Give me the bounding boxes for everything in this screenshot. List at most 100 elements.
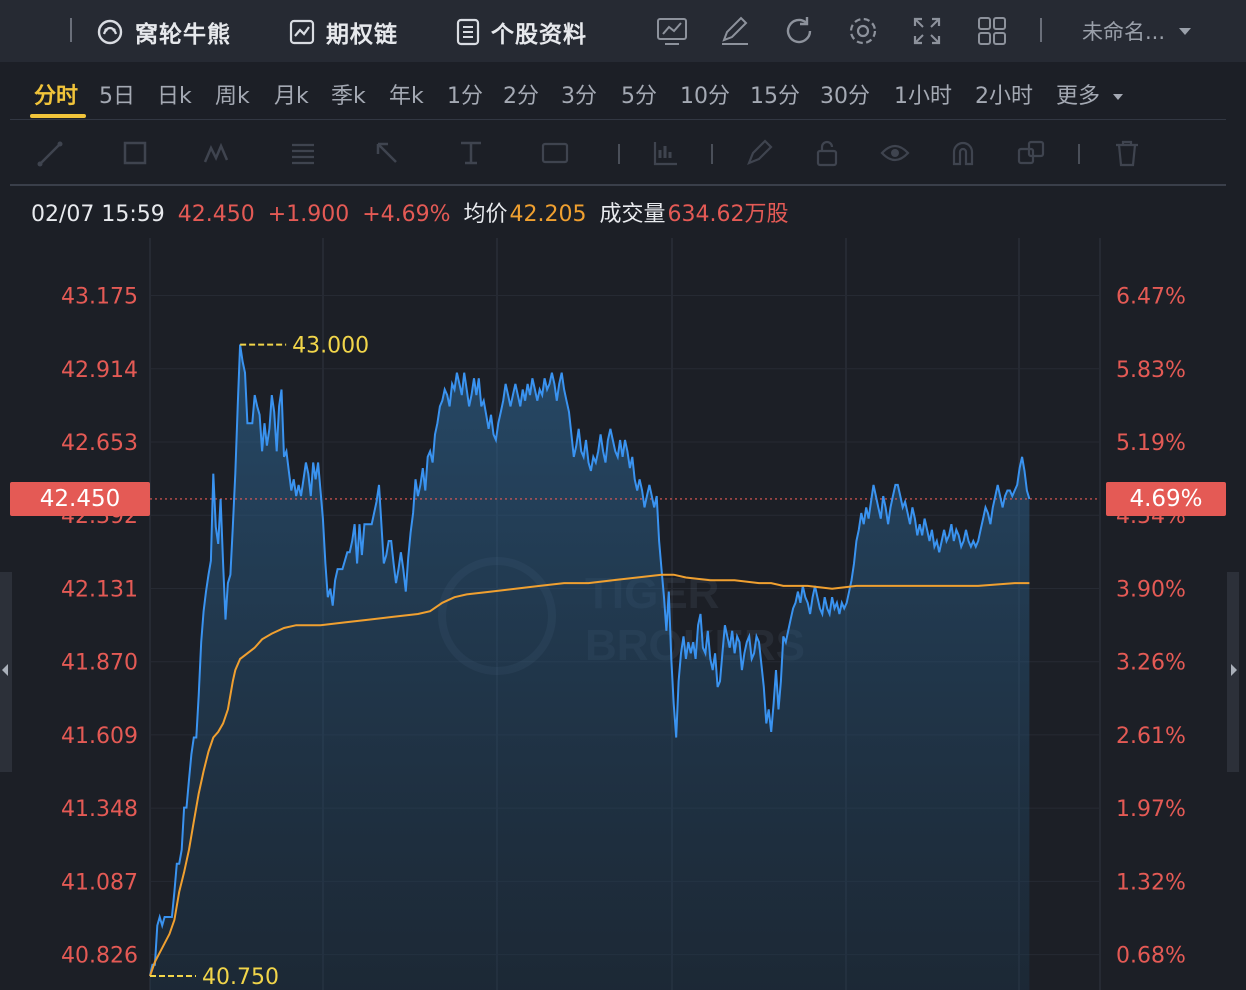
period-tab-2min[interactable]: 2分 [503,78,539,110]
stock-profile-label: 个股资料 [491,22,587,48]
avg-price-value: 42.205 [509,202,587,227]
chevron-left-icon [2,664,8,676]
grid-layout-icon[interactable] [975,14,1009,48]
line-tool-icon[interactable] [36,138,66,168]
period-tab-2hour[interactable]: 2小时 [975,78,1033,110]
period-tab-more[interactable]: 更多 [1056,78,1124,110]
period-tab-intraday[interactable]: 分时 [34,78,78,110]
arrow-tool-icon[interactable] [372,138,402,168]
drawing-toolbar [10,128,1226,176]
refresh-icon[interactable] [782,14,816,48]
caret-down-icon [1179,27,1192,35]
warrants-icon [97,19,123,45]
y-tick-label: 42.914 [61,358,138,383]
period-tab-3min[interactable]: 3分 [561,78,597,110]
active-tab-indicator [30,114,86,118]
volume-value: 634.62万股 [667,202,789,227]
y-pct-tick-label: 1.97% [1116,797,1186,822]
current-pct-tag: 4.69% [1106,481,1226,516]
quote-change: +1.900 [267,202,350,227]
rectangle-tool-icon[interactable] [120,138,150,168]
layout-selector[interactable]: 未命名... [1082,16,1192,46]
trash-icon[interactable] [1112,138,1142,168]
layout-name: 未命名... [1082,20,1166,44]
y-tick-label: 41.348 [61,797,138,822]
fibonacci-tool-icon[interactable] [288,138,318,168]
period-tab-weekly[interactable]: 周k [215,78,250,110]
quote-change-pct: +4.69% [362,202,451,227]
y-pct-tick-label: 3.90% [1116,577,1186,602]
top-toolbar: 窝轮牛熊 期权链 个股资料 未命名... [0,0,1246,62]
stock-profile-button[interactable]: 个股资料 [455,14,587,50]
current-price-tag: 42.450 [10,481,150,516]
period-tab-yearly[interactable]: 年k [389,78,424,110]
y-tick-label: 40.826 [61,944,138,969]
y-tick-label: 41.609 [61,724,138,749]
indicator-tool-icon[interactable] [650,138,680,168]
pattern-tool-icon[interactable] [202,138,232,168]
y-tick-label: 43.175 [61,285,138,310]
y-axis-price: 43.17542.91442.65342.39242.13141.87041.6… [61,285,138,969]
period-tab-5day[interactable]: 5日 [99,78,135,110]
y-tick-label: 41.087 [61,870,138,895]
y-tick-label: 41.870 [61,651,138,676]
text-tool-icon[interactable] [456,138,486,168]
period-tab-30min[interactable]: 30分 [820,78,870,110]
quote-datetime: 02/07 15:59 [31,202,165,227]
y-pct-tick-label: 1.32% [1116,870,1186,895]
y-pct-tick-label: 0.68% [1116,944,1186,969]
avg-price-label: 均价 [463,202,508,227]
document-icon [456,18,480,46]
options-chain-button[interactable]: 期权链 [288,14,398,50]
right-collapse-handle[interactable] [1227,572,1239,772]
caret-down-icon [1113,94,1124,100]
toolbar-divider [70,18,72,42]
y-tick-label: 42.653 [61,431,138,456]
layers-icon[interactable] [1016,138,1046,168]
period-tab-monthly[interactable]: 月k [274,78,309,110]
eye-icon[interactable] [880,138,910,168]
period-tab-10min[interactable]: 10分 [680,78,730,110]
y-pct-tick-label: 5.83% [1116,358,1186,383]
period-tab-quarterly[interactable]: 季k [331,78,366,110]
chart-monitor-icon[interactable] [655,14,689,48]
divider [10,119,1226,120]
options-chain-label: 期权链 [326,22,398,48]
intraday-chart[interactable]: TIGER BROKERS 43.17542.91442.65342.39242… [0,238,1246,990]
toolbar-divider [1078,144,1080,164]
edit-icon[interactable] [718,14,752,48]
chevron-right-icon [1231,664,1237,676]
warrants-button[interactable]: 窝轮牛熊 [95,14,231,50]
price-area-fill [150,344,1030,990]
toolbar-divider [1040,18,1042,42]
divider [10,184,1226,186]
low-price-label: 40.750 [202,965,279,990]
y-tick-label: 42.131 [61,577,138,602]
lock-icon[interactable] [812,138,842,168]
gear-icon[interactable] [846,14,880,48]
more-label: 更多 [1056,84,1101,109]
y-pct-tick-label: 2.61% [1116,724,1186,749]
period-tab-15min[interactable]: 15分 [750,78,800,110]
options-chart-icon [289,19,315,45]
y-pct-tick-label: 3.26% [1116,651,1186,676]
period-tab-1hour[interactable]: 1小时 [894,78,952,110]
toolbar-divider [618,144,620,164]
period-tab-1min[interactable]: 1分 [447,78,483,110]
period-tab-5min[interactable]: 5分 [621,78,657,110]
magnet-icon[interactable] [948,138,978,168]
period-tabs: 分时 5日 日k 周k 月k 季k 年k 1分 2分 3分 5分 10分 15分… [0,70,1246,120]
warrants-label: 窝轮牛熊 [135,22,231,48]
volume-label: 成交量 [599,202,666,227]
left-collapse-handle[interactable] [0,572,12,772]
brush-tool-icon[interactable] [744,138,774,168]
annotation-tool-icon[interactable] [540,138,570,168]
fullscreen-icon[interactable] [910,14,944,48]
period-tab-daily[interactable]: 日k [157,78,192,110]
y-axis-percent: 6.47%5.83%5.19%4.54%3.90%3.26%2.61%1.97%… [1116,285,1186,969]
y-pct-tick-label: 5.19% [1116,431,1186,456]
toolbar-divider [711,144,713,164]
y-pct-tick-label: 6.47% [1116,285,1186,310]
high-price-label: 43.000 [292,334,369,359]
quote-info: 02/07 15:59 42.450 +1.900 +4.69% 均价42.20… [31,196,795,228]
